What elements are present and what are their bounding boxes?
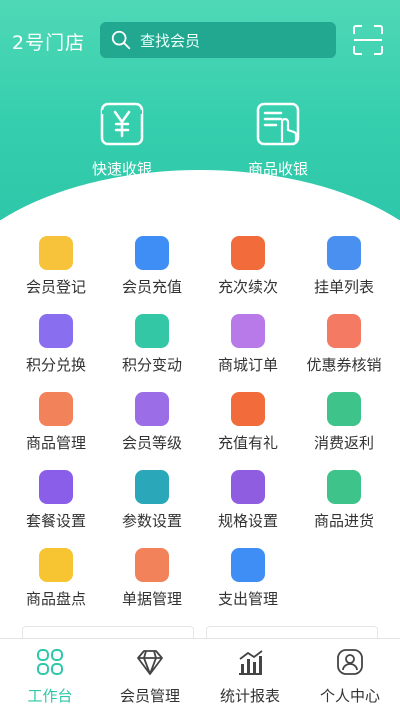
menu-coupon-verify[interactable]: 优惠券核销 [294, 308, 394, 380]
menu-goods-management[interactable]: 商品管理 [6, 386, 106, 458]
menu-member-level[interactable]: 会员等级 [102, 386, 202, 458]
ruler-icon [231, 470, 265, 504]
goods-cashier-button[interactable]: 商品收银 [218, 100, 338, 179]
nav-label: 个人中心 [319, 687, 380, 705]
nav-profile[interactable]: 个人中心 [300, 639, 400, 711]
menu-label: 会员等级 [121, 434, 182, 452]
count-icon [231, 236, 265, 270]
gift-icon [39, 314, 73, 348]
clipboard-icon [327, 236, 361, 270]
menu-inventory-check[interactable]: 商品盘点 [6, 542, 106, 614]
menu-mall-orders[interactable]: 商城订单 [198, 308, 298, 380]
search-placeholder: 查找会员 [140, 31, 201, 50]
menu-label: 商城订单 [217, 356, 278, 374]
bottom-nav: 工作台 会员管理 统计报表 个人中心 [0, 638, 400, 711]
menu-label: 商品盘点 [25, 590, 86, 608]
menu-points-change[interactable]: 积分变动 [102, 308, 202, 380]
order-icon [231, 314, 265, 348]
percent-icon [327, 392, 361, 426]
nav-members[interactable]: 会员管理 [100, 639, 200, 711]
menu-member-recharge[interactable]: 会员充值 [102, 230, 202, 302]
menu-label: 商品管理 [25, 434, 86, 452]
inventory-icon [39, 548, 73, 582]
menu-label: 积分兑换 [25, 356, 86, 374]
bow-icon [231, 392, 265, 426]
menu-label: 规格设置 [217, 512, 278, 530]
quick-cashier-button[interactable]: 快速收银 [62, 100, 182, 179]
menu-label: 积分变动 [121, 356, 182, 374]
scan-icon[interactable] [352, 24, 384, 56]
header-curve [0, 170, 400, 220]
coupon-icon [327, 314, 361, 348]
workbench-icon [37, 649, 63, 675]
sliders-icon [135, 470, 169, 504]
menu-label: 套餐设置 [25, 512, 86, 530]
menu-label: 充次续次 [217, 278, 278, 296]
menu-expense-management[interactable]: 支出管理 [198, 542, 298, 614]
menu-label: 商品进货 [313, 512, 374, 530]
search-icon [111, 30, 131, 50]
menu-pending-orders[interactable]: 挂单列表 [294, 230, 394, 302]
menu-recharge-count[interactable]: 充次续次 [198, 230, 298, 302]
diamond-icon [137, 650, 163, 675]
menu-label: 挂单列表 [313, 278, 374, 296]
goods-cashier-label: 商品收银 [247, 160, 308, 178]
points-icon [135, 314, 169, 348]
touch-list-icon [256, 102, 300, 146]
nav-label: 统计报表 [219, 687, 280, 705]
menu-label: 优惠券核销 [306, 356, 382, 374]
yen-icon [100, 102, 144, 146]
menu-cashback[interactable]: 消费返利 [294, 386, 394, 458]
store-name[interactable]: 2号门店 [12, 28, 85, 55]
menu-spec-settings[interactable]: 规格设置 [198, 464, 298, 536]
menu-goods-purchase[interactable]: 商品进货 [294, 464, 394, 536]
nav-statistics[interactable]: 统计报表 [200, 639, 300, 711]
menu-label: 参数设置 [121, 512, 182, 530]
card-icon [135, 236, 169, 270]
menu-label: 支出管理 [217, 590, 278, 608]
quick-cashier-label: 快速收银 [91, 160, 152, 178]
menu-label: 充值有礼 [217, 434, 278, 452]
menu-label: 消费返利 [313, 434, 374, 452]
folder-icon [135, 548, 169, 582]
truck-icon [327, 470, 361, 504]
register-icon [39, 236, 73, 270]
basket-icon [39, 470, 73, 504]
stats-icon [239, 650, 263, 675]
nav-label: 工作台 [27, 687, 73, 705]
menu-document-management[interactable]: 单据管理 [102, 542, 202, 614]
menu-points-exchange[interactable]: 积分兑换 [6, 308, 106, 380]
shirt-icon [231, 548, 265, 582]
box-icon [39, 392, 73, 426]
menu-label: 会员充值 [121, 278, 182, 296]
menu-recharge-gift[interactable]: 充值有礼 [198, 386, 298, 458]
menu-package-settings[interactable]: 套餐设置 [6, 464, 106, 536]
nav-workbench[interactable]: 工作台 [0, 639, 100, 711]
menu-parameter-settings[interactable]: 参数设置 [102, 464, 202, 536]
header-area: 2号门店 查找会员 快速收银 商品收银 [0, 0, 400, 220]
nav-label: 会员管理 [119, 687, 180, 705]
user-icon [337, 649, 363, 675]
menu-label: 会员登记 [25, 278, 86, 296]
search-bar[interactable]: 查找会员 [100, 22, 336, 58]
crown-icon [135, 392, 169, 426]
menu-member-register[interactable]: 会员登记 [6, 230, 106, 302]
menu-label: 单据管理 [121, 590, 182, 608]
